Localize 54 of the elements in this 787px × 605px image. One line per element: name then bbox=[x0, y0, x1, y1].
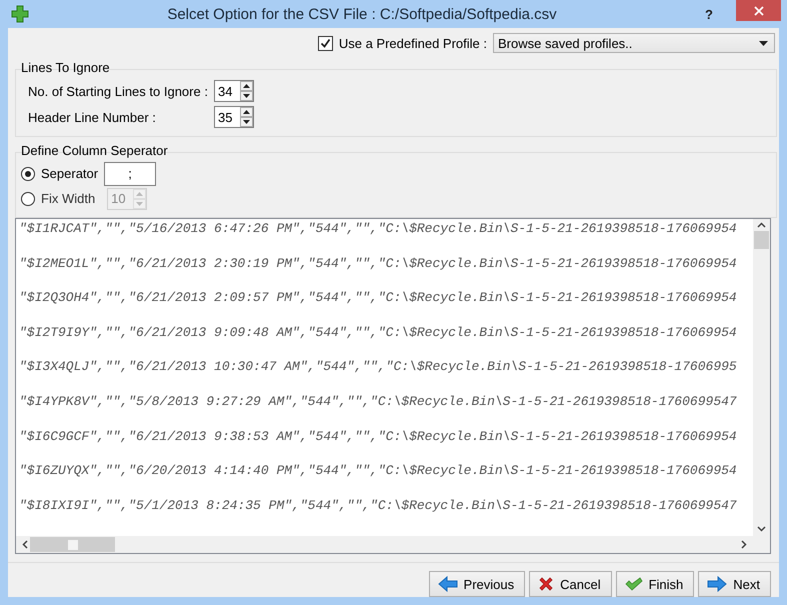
csv-line: "$I2MEO1L","","6/21/2013 2:30:19 PM","544","","C:\$Recycle.Bin\S-1-5-21-2619398518-176069954 bbox=[19, 256, 738, 273]
spin-box[interactable]: 34 bbox=[214, 80, 254, 102]
csv-line: "$I2Q3OH4","","6/21/2013 2:09:57 PM","544","","C:\$Recycle.Bin\S-1-5-21-2619398518-176069954 bbox=[19, 290, 738, 308]
caret-icon bbox=[759, 40, 768, 46]
checkmark-icon bbox=[624, 577, 643, 591]
triangle-up-icon bbox=[243, 84, 250, 88]
triangle-down-icon bbox=[243, 120, 250, 124]
spin-down-button[interactable] bbox=[240, 117, 253, 127]
field-label: No. of Starting Lines to Ignore : bbox=[28, 84, 208, 98]
csv-line: "$I3X4QLJ","","6/21/2013 10:30:47 AM","544","","C:\$Recycle.Bin\S-1-5-21-2619398518-17606995 bbox=[19, 359, 738, 376]
csv-line: "$I6ZUYQX","","6/20/2013 4:14:40 PM","544","","C:\$Recycle.Bin\S-1-5-21-2619398518-176069954 bbox=[19, 463, 738, 480]
cross-icon bbox=[538, 576, 554, 592]
group-title: Lines To Ignore bbox=[20, 60, 111, 75]
group-title: Define Column Seperator bbox=[20, 143, 169, 158]
close-button[interactable] bbox=[736, 0, 781, 21]
spin-box[interactable]: 35 bbox=[214, 106, 254, 128]
plus-icon bbox=[10, 4, 30, 24]
arrow-left-icon bbox=[438, 576, 458, 592]
close-icon bbox=[754, 6, 764, 16]
field-label: Header Line Number : bbox=[28, 110, 157, 124]
separator-field[interactable]: ; bbox=[104, 162, 156, 186]
csv-line: "$I1RJCAT","","5/16/2013 6:47:26 PM","544","","C:\$Recycle.Bin\S-1-5-21-2619398518-176069954 bbox=[19, 221, 738, 238]
next-button[interactable]: Next bbox=[698, 571, 771, 597]
triangle-up-icon bbox=[136, 192, 144, 196]
radio-label: Seperator bbox=[41, 166, 98, 181]
cancel-button[interactable]: Cancel bbox=[529, 571, 612, 597]
triangle-up-icon bbox=[243, 110, 250, 114]
checkbox[interactable] bbox=[318, 36, 333, 50]
csv-line: "$I4YPK8V","","5/8/2013 9:27:29 AM","544","","C:\$Recycle.Bin\S-1-5-21-2619398518-1760699547 bbox=[19, 394, 738, 411]
csv-line: "$I8IXI9I","","5/1/2013 8:24:35 PM","544","","C:\$Recycle.Bin\S-1-5-21-2619398518-1760699547 bbox=[19, 498, 738, 515]
triangle-down-icon bbox=[136, 202, 144, 206]
help-button[interactable]: ? bbox=[694, 6, 724, 22]
window-title: Selcet Option for the CSV File : C:/Softpedia/Softpedia.csv bbox=[166, 6, 558, 22]
triangle-down-icon bbox=[243, 94, 250, 98]
spin-up-button[interactable] bbox=[240, 81, 253, 91]
previous-button[interactable]: Previous bbox=[428, 571, 526, 597]
chevron-up-icon[interactable] bbox=[757, 222, 766, 228]
csv-line: "$I2T9I9Y","","6/21/2013 9:09:48 AM","544","","C:\$Recycle.Bin\S-1-5-21-2619398518-176069954 bbox=[19, 324, 738, 342]
spin-down-button[interactable] bbox=[240, 91, 253, 101]
checkbox-label: Use a Predefined Profile : bbox=[338, 36, 487, 50]
chevron-down-icon[interactable] bbox=[757, 526, 766, 532]
scrollbar-thumb[interactable] bbox=[754, 231, 769, 249]
spin-up-button[interactable] bbox=[240, 107, 253, 117]
chevron-right-icon[interactable] bbox=[741, 540, 747, 549]
vertical-scrollbar[interactable] bbox=[753, 219, 770, 536]
arrow-right-icon bbox=[707, 576, 728, 592]
radio-label: Fix Width bbox=[41, 191, 96, 206]
chevron-left-icon[interactable] bbox=[22, 540, 28, 549]
radio-button[interactable] bbox=[21, 166, 35, 180]
finish-button[interactable]: Finish bbox=[616, 571, 694, 597]
profile-dropdown[interactable]: Browse saved profiles.. bbox=[493, 33, 775, 53]
scrollbar-thumb[interactable] bbox=[30, 537, 115, 552]
csv-line: "$I6C9GCF","","6/21/2013 9:38:53 AM","544","","C:\$Recycle.Bin\S-1-5-21-2619398518-176069954 bbox=[19, 428, 738, 446]
horizontal-scrollbar[interactable] bbox=[16, 536, 753, 553]
